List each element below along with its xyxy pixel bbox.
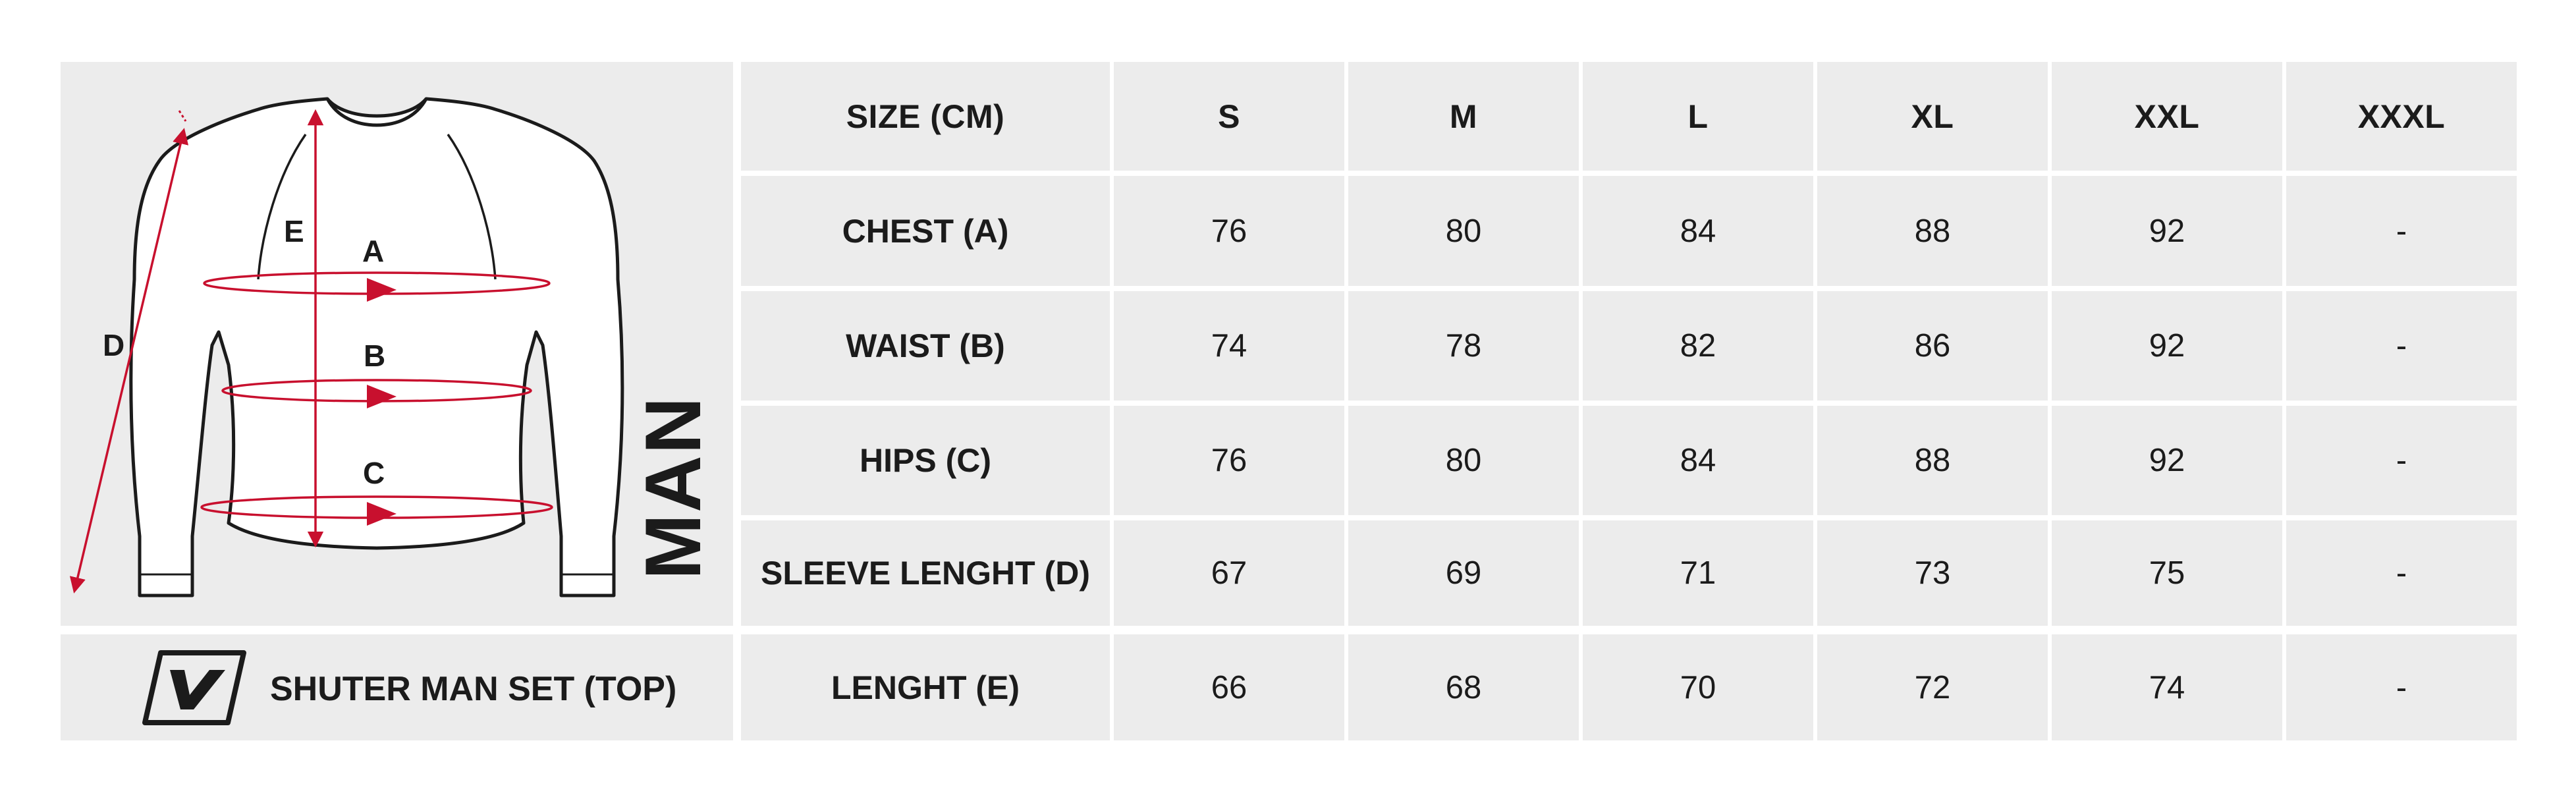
table-cell: 72 [1817, 634, 2048, 740]
table-cell: 84 [1583, 406, 1813, 515]
table-cell: - [2286, 520, 2517, 626]
header-size-xxxl: XXXL [2286, 62, 2517, 171]
table-cell: - [2286, 291, 2517, 401]
product-name: SHUTER MAN SET (TOP) [270, 670, 677, 708]
table-cell: 88 [1817, 406, 2048, 515]
table-cell: 82 [1583, 291, 1813, 401]
table-cell: 67 [1114, 520, 1344, 626]
table-cell: 76 [1114, 176, 1344, 286]
table-cell: 76 [1114, 406, 1344, 515]
table-cell: - [2286, 406, 2517, 515]
table-cell: 74 [2052, 634, 2282, 740]
table-cell: 66 [1114, 634, 1344, 740]
table-cell: 69 [1348, 520, 1579, 626]
row-label-hips: HIPS (C) [741, 406, 1110, 515]
table-cell: 92 [2052, 406, 2282, 515]
brand-logo-icon [142, 650, 246, 725]
label-e: E [284, 214, 304, 248]
table-cell: 80 [1348, 406, 1579, 515]
table-cell: 92 [2052, 176, 2282, 286]
label-c: C [363, 456, 385, 490]
row-label-chest: CHEST (A) [741, 176, 1110, 286]
table-cell: 74 [1114, 291, 1344, 401]
table-cell: 71 [1583, 520, 1813, 626]
header-size-l: L [1583, 62, 1813, 171]
table-cell: 73 [1817, 520, 2048, 626]
table-cell: 84 [1583, 176, 1813, 286]
row-label-waist: WAIST (B) [741, 291, 1110, 401]
header-size-s: S [1114, 62, 1344, 171]
gender-label: MAN [629, 395, 717, 580]
table-cell: 75 [2052, 520, 2282, 626]
row-label-sleeve: SLEEVE LENGHT (D) [741, 520, 1110, 626]
header-size-xl: XL [1817, 62, 2048, 171]
table-cell: 78 [1348, 291, 1579, 401]
table-cell: - [2286, 634, 2517, 740]
table-cell: 80 [1348, 176, 1579, 286]
table-cell: 68 [1348, 634, 1579, 740]
row-label-length: LENGHT (E) [741, 634, 1110, 740]
header-size-xxl: XXL [2052, 62, 2282, 171]
header-size-label: SIZE (CM) [741, 62, 1110, 171]
table-cell: - [2286, 176, 2517, 286]
table-cell: 88 [1817, 176, 2048, 286]
table-cell: 92 [2052, 291, 2282, 401]
label-d: D [103, 328, 124, 362]
header-size-m: M [1348, 62, 1579, 171]
table-cell: 86 [1817, 291, 2048, 401]
label-a: A [362, 234, 384, 268]
table-cell: 70 [1583, 634, 1813, 740]
label-b: B [364, 339, 385, 373]
